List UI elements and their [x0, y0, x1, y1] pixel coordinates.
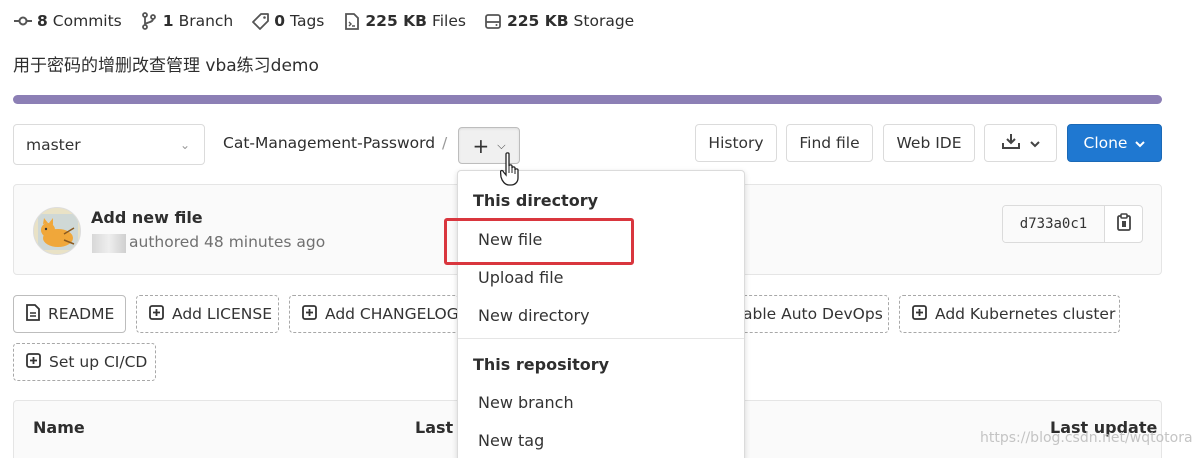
commit-sha[interactable]: d733a0c1 [1003, 206, 1105, 242]
enable-auto-devops-label: able Auto DevOps [743, 305, 883, 323]
commit-meta: authored 48 minutes ago [129, 233, 326, 251]
add-to-tree-dropdown: This directory New file Upload file New … [457, 170, 745, 458]
storage-size: 225 KB [506, 12, 569, 30]
readme-button[interactable]: README [13, 295, 126, 333]
commits-count: 8 [37, 12, 48, 30]
new-directory-menu-item[interactable]: New directory [478, 306, 590, 325]
breadcrumb-separator: / [442, 134, 448, 152]
commits-link[interactable]: 8 Commits [14, 12, 122, 30]
add-changelog-button[interactable]: Add CHANGELOG [289, 295, 459, 333]
commits-label: Commits [52, 12, 122, 30]
history-button[interactable]: History [695, 124, 777, 162]
file-icon [342, 12, 360, 30]
new-tag-menu-item[interactable]: New tag [478, 431, 544, 450]
plus-icon: + [472, 133, 490, 158]
setup-cicd-label: Set up CI/CD [49, 353, 148, 371]
add-kubernetes-label: Add Kubernetes cluster [935, 305, 1116, 323]
branch-name: master [26, 135, 81, 154]
branches-link[interactable]: 1 Branch [140, 12, 233, 30]
branch-dropdown[interactable]: master ⌄ [13, 124, 205, 165]
storage-label: Storage [573, 12, 635, 30]
commit-icon [14, 12, 32, 30]
annotation-highlight-box [444, 218, 634, 265]
commit-sha-group: d733a0c1 [1002, 205, 1143, 243]
storage-link[interactable]: 225 KB Storage [484, 12, 634, 30]
author-avatar[interactable] [33, 207, 81, 255]
dropdown-header-directory: This directory [473, 191, 599, 210]
add-license-label: Add LICENSE [172, 305, 272, 323]
clone-button[interactable]: Clone [1067, 124, 1162, 162]
web-ide-button[interactable]: Web IDE [883, 124, 975, 162]
add-license-button[interactable]: Add LICENSE [136, 295, 279, 333]
new-branch-menu-item[interactable]: New branch [478, 393, 574, 412]
repository-languages-bar[interactable] [13, 95, 1162, 104]
tag-icon [251, 12, 269, 30]
breadcrumb-repo[interactable]: Cat-Management-Password [223, 134, 435, 152]
chevron-down-icon [1135, 134, 1146, 152]
chevron-down-icon: ⌄ [179, 137, 190, 152]
copy-sha-button[interactable] [1105, 206, 1142, 242]
files-label: Files [431, 12, 466, 30]
hand-cursor-icon [499, 152, 520, 190]
download-icon [1001, 133, 1020, 153]
tags-link[interactable]: 0 Tags [251, 12, 324, 30]
plus-square-icon [26, 352, 41, 372]
chevron-down-icon [1029, 134, 1040, 152]
language-segment[interactable] [13, 95, 1162, 104]
dropdown-header-repository: This repository [473, 355, 610, 374]
branches-count: 1 [162, 12, 174, 30]
author-name-redacted [92, 234, 126, 253]
download-button[interactable] [984, 124, 1057, 162]
plus-square-icon [149, 304, 164, 324]
add-kubernetes-cluster-button[interactable]: Add Kubernetes cluster [899, 295, 1120, 333]
branch-icon [140, 12, 158, 30]
tags-count: 0 [274, 12, 286, 30]
column-name: Name [33, 418, 85, 437]
dropdown-divider [458, 338, 744, 339]
add-changelog-label: Add CHANGELOG [325, 305, 459, 323]
plus-square-icon [302, 304, 317, 324]
plus-square-icon [912, 304, 927, 324]
branches-label: Branch [178, 12, 234, 30]
setup-cicd-button[interactable]: Set up CI/CD [13, 343, 156, 381]
files-size: 225 KB [365, 12, 427, 30]
project-description: 用于密码的增删改查管理 vba练习demo [13, 56, 319, 76]
clone-label: Clone [1083, 134, 1128, 152]
clipboard-icon [1116, 213, 1131, 235]
find-file-button[interactable]: Find file [786, 124, 873, 162]
project-stats: 8 Commits 1 Branch 0 Tags 225 KB Files 2… [14, 12, 634, 30]
files-link[interactable]: 225 KB Files [342, 12, 466, 30]
commit-title[interactable]: Add new file [91, 208, 203, 227]
upload-file-menu-item[interactable]: Upload file [478, 268, 564, 287]
chevron-down-icon: ⌵ [497, 138, 506, 152]
storage-icon [484, 12, 502, 30]
readme-label: README [48, 305, 115, 323]
tags-label: Tags [290, 12, 325, 30]
file-text-icon [26, 303, 40, 325]
watermark: https://blog.csdn.net/wqtotora [980, 430, 1193, 446]
